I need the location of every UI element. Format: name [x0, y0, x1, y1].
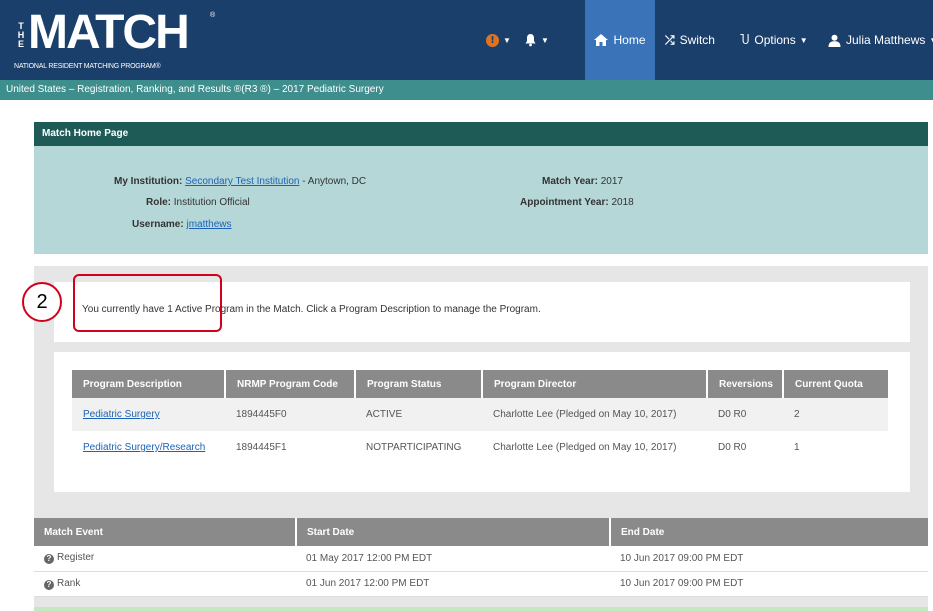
table-cell: NOTPARTICIPATING	[366, 442, 462, 453]
column-header[interactable]: Current Quota	[783, 370, 888, 398]
chevron-down-icon: ▼	[799, 35, 808, 45]
logo-subtitle: NATIONAL RESIDENT MATCHING PROGRAM®	[14, 63, 161, 70]
table-header-row: Match Event Start Date End Date	[34, 518, 928, 546]
table-cell: ACTIVE	[355, 398, 482, 431]
notifications-menu[interactable]: ▼	[524, 0, 549, 80]
annotation-highlight-box	[73, 274, 222, 332]
table-cell: 01 May 2017 12:00 PM EDT	[296, 546, 610, 572]
table-cell: 10 Jun 2017 09:00 PM EDT	[610, 546, 928, 572]
table-row: ? Register 01 May 2017 12:00 PM EDT 10 Ju…	[34, 546, 928, 572]
chevron-down-icon: ▼	[503, 35, 511, 45]
institution-location: - Anytown, DC	[299, 176, 367, 187]
table-cell: 10 Jun 2017 09:00 PM EDT	[610, 571, 928, 597]
table-row: Pediatric Surgery/Research 1894445F1 NOT…	[72, 431, 888, 464]
appointment-year-label: Appointment Year:	[520, 197, 609, 208]
nav-home-label: Home	[613, 33, 646, 47]
user-icon	[828, 34, 841, 47]
logo-the: T H E	[17, 21, 25, 49]
program-link-pediatric-surgery-research[interactable]: Pediatric Surgery/Research	[83, 442, 205, 453]
institution-info-panel: My Institution: Secondary Test Instituti…	[34, 146, 928, 254]
table-row: Pediatric Surgery 1894445F0 ACTIVE Charl…	[72, 398, 888, 431]
logo-registered-mark: ®	[210, 12, 216, 19]
table-cell: Charlotte Lee (Pledged on May 10, 2017)	[493, 442, 677, 453]
info-icon: !	[486, 33, 499, 47]
status-row-strip	[34, 607, 928, 611]
match-events-table: Match Event Start Date End Date ? Registe…	[34, 518, 928, 597]
logo-word: MATCH	[28, 6, 190, 59]
table-cell: D0 R0	[707, 398, 783, 431]
table-cell: 1894445F1	[236, 442, 287, 453]
institution-row: My Institution: Secondary Test Instituti…	[114, 176, 366, 187]
event-name: Register	[57, 552, 95, 564]
role-row: Role: Institution Official	[146, 197, 250, 208]
info-menu[interactable]: ! ▼	[486, 0, 511, 80]
nav-home[interactable]: Home	[585, 0, 655, 80]
program-cell: Pediatric Surgery/Research	[72, 431, 225, 464]
bell-icon	[525, 34, 536, 47]
match-year-label: Match Year:	[542, 176, 598, 187]
institution-link[interactable]: Secondary Test Institution	[185, 176, 299, 187]
table-cell: 2	[783, 398, 888, 431]
appointment-year-value: 2018	[611, 197, 634, 208]
institution-label: My Institution:	[114, 176, 183, 187]
stethoscope-icon: Ⴎ	[740, 33, 750, 47]
appointment-year-row: Appointment Year: 2018	[520, 197, 634, 208]
table-header-row: Program Description NRMP Program Code Pr…	[72, 370, 888, 398]
main-content: Match Home Page My Institution: Secondar…	[0, 100, 933, 611]
programs-table-container: Program Description NRMP Program Code Pr…	[54, 352, 910, 492]
chevron-down-icon: ▼	[929, 36, 933, 45]
event-cell: ? Register	[34, 546, 296, 572]
table-row: ? Rank 01 Jun 2017 12:00 PM EDT 10 Jun 20…	[34, 571, 928, 597]
column-header: End Date	[610, 518, 928, 546]
step-callout: 2	[22, 282, 62, 322]
nav-options[interactable]: Ⴎ Options ▼	[740, 0, 808, 80]
help-icon[interactable]: ?	[44, 579, 54, 590]
shuffle-icon: ⤮	[665, 32, 675, 47]
username-link[interactable]: jmatthews	[186, 219, 231, 230]
table-cell: 1894445F0	[225, 398, 355, 431]
nav-switch[interactable]: ⤮ Switch	[665, 0, 715, 80]
column-header: Match Event	[34, 518, 297, 546]
top-navbar: T H E MATCH ® NATIONAL RESIDENT MATCHING…	[0, 0, 933, 80]
table-cell: D0 R0	[718, 442, 747, 453]
match-year-row: Match Year: 2017	[542, 176, 623, 187]
help-icon[interactable]: ?	[44, 554, 54, 565]
table-cell: 01 Jun 2017 12:00 PM EDT	[296, 571, 610, 597]
nav-options-label: Options	[754, 33, 796, 47]
column-header[interactable]: Program Description	[72, 370, 226, 398]
table-cell: Charlotte Lee (Pledged on May 10, 2017)	[482, 398, 707, 431]
column-header[interactable]: NRMP Program Code	[225, 370, 356, 398]
event-name: Rank	[57, 577, 81, 589]
program-cell: Pediatric Surgery	[72, 398, 225, 431]
column-header[interactable]: Program Director	[482, 370, 708, 398]
username-row: Username: jmatthews	[132, 219, 232, 230]
chevron-down-icon: ▼	[541, 35, 549, 45]
programs-table: Program Description NRMP Program Code Pr…	[72, 370, 888, 464]
nav-user-menu[interactable]: Julia Matthews ▼	[828, 0, 933, 80]
home-icon	[594, 34, 609, 46]
nav-switch-label: Switch	[679, 33, 715, 47]
username-label: Username:	[132, 219, 184, 230]
column-header[interactable]: Reversions	[707, 370, 784, 398]
breadcrumb: United States – Registration, Ranking, a…	[0, 80, 933, 100]
nav-user-label: Julia Matthews	[846, 33, 926, 47]
role-value: Institution Official	[173, 197, 250, 208]
column-header: Start Date	[296, 518, 611, 546]
column-header[interactable]: Program Status	[355, 370, 483, 398]
program-link-pediatric-surgery[interactable]: Pediatric Surgery	[83, 409, 160, 420]
role-label: Role:	[146, 197, 171, 208]
event-cell: ? Rank	[34, 571, 296, 597]
panel-title: Match Home Page	[34, 122, 928, 146]
table-cell: 1	[794, 442, 800, 453]
match-year-value: 2017	[600, 176, 623, 187]
